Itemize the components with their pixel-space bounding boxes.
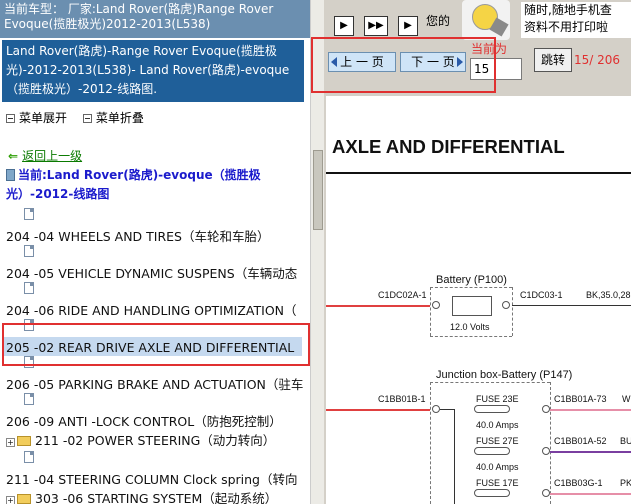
fuse-icon bbox=[474, 405, 510, 413]
fuse-17e-label: FUSE 17E bbox=[476, 478, 519, 488]
mascot-image bbox=[462, 0, 510, 40]
wire-fuse-17e bbox=[550, 493, 631, 495]
diagram-title: AXLE AND DIFFERENTIAL bbox=[332, 136, 565, 157]
fuse-27e-label: FUSE 27E bbox=[476, 436, 519, 446]
terminal-icon bbox=[502, 301, 510, 309]
fuse-23e-wire: W bbox=[622, 394, 631, 404]
battery-frame-right bbox=[512, 287, 513, 336]
junction-box-title: Junction box-Battery (P147) bbox=[436, 369, 573, 381]
ad-text: 您的 bbox=[426, 14, 451, 28]
fuse-icon bbox=[474, 489, 510, 497]
right-panel: ▶ ▶▶ ▶ 您的 随时,随地手机查 资料不用打印啦 上 一 页 下 一 页 当… bbox=[311, 0, 631, 504]
fuse-17e-wire: PK bbox=[620, 478, 631, 488]
fuse-27e-wire: BU bbox=[620, 436, 631, 446]
tree-item-204-05[interactable]: 204 -05 VEHICLE DYNAMIC SUSPENS（车辆动态 bbox=[6, 263, 306, 282]
wire-junction-bus bbox=[440, 409, 454, 410]
fuse-icon bbox=[474, 447, 510, 455]
battery-right-connector: C1DC03-1 bbox=[520, 290, 563, 300]
battery-frame-left bbox=[430, 287, 431, 336]
folder-icon bbox=[17, 494, 31, 504]
ad-line-2: 资料不用打印啦 bbox=[524, 20, 609, 34]
terminal-icon bbox=[432, 405, 440, 413]
wire-fuse-27e bbox=[550, 451, 631, 453]
ad-banner: 随时,随地手机查 资料不用打印啦 bbox=[521, 2, 631, 38]
wire-junction-left bbox=[326, 409, 430, 411]
document-icon bbox=[24, 245, 34, 257]
document-icon bbox=[24, 208, 34, 220]
expand-plus-icon[interactable]: + bbox=[6, 438, 15, 447]
fuse-23e-amps: 40.0 Amps bbox=[476, 420, 519, 430]
highlight-box-pager bbox=[311, 37, 496, 93]
tree-folder-303-06[interactable]: +303 -06 STARTING SYSTEM（起动系统） bbox=[6, 488, 306, 504]
left-panel: 当前车型： 厂家:Land Rover(路虎)Range Rover Evoqu… bbox=[0, 0, 324, 504]
tree-item-211-04[interactable]: 211 -04 STEERING COLUMN Clock spring（转向 bbox=[6, 469, 306, 488]
tree-item-204-04[interactable]: 204 -04 WHEELS AND TIRES（车轮和车胎） bbox=[6, 226, 306, 245]
terminal-icon bbox=[432, 301, 440, 309]
tree-view: 204 -04 WHEELS AND TIRES（车轮和车胎） 204 -05 … bbox=[0, 0, 310, 504]
fuse-23e-connector: C1BB01A-73 bbox=[554, 394, 607, 404]
terminal-icon bbox=[542, 447, 550, 455]
document-icon bbox=[24, 282, 34, 294]
battery-frame-bottom bbox=[430, 336, 512, 337]
nav-toolbar: ▶ ▶▶ ▶ 您的 随时,随地手机查 资料不用打印啦 上 一 页 下 一 页 当… bbox=[311, 0, 631, 96]
junction-frame-left bbox=[430, 382, 431, 504]
nav-forward-button[interactable]: ▶ bbox=[334, 16, 354, 36]
terminal-icon bbox=[542, 489, 550, 497]
wire-fuse-23e bbox=[550, 409, 631, 411]
document-icon bbox=[24, 393, 34, 405]
battery-frame-top bbox=[430, 287, 512, 288]
battery-title: Battery (P100) bbox=[436, 274, 507, 286]
junction-left-connector: C1BB01B-1 bbox=[378, 394, 426, 404]
wiring-diagram-view: AXLE AND DIFFERENTIAL Battery (P100) C1D… bbox=[326, 96, 631, 504]
battery-symbol-icon bbox=[452, 296, 492, 316]
tree-item-206-05[interactable]: 206 -05 PARKING BRAKE AND ACTUATION（驻车 bbox=[6, 374, 306, 393]
wire-battery-left bbox=[326, 305, 430, 307]
battery-left-connector: C1DC02A-1 bbox=[378, 290, 427, 300]
nav-next-button[interactable]: ▶ bbox=[398, 16, 418, 36]
junction-frame-right bbox=[550, 382, 551, 504]
wire-battery-right bbox=[512, 305, 631, 306]
document-icon bbox=[24, 451, 34, 463]
battery-volts: 12.0 Volts bbox=[450, 322, 490, 332]
terminal-icon bbox=[542, 405, 550, 413]
battery-right-wire: BK,35.0,28 bbox=[586, 290, 631, 300]
expand-plus-icon[interactable]: + bbox=[6, 496, 15, 504]
tree-item-204-06[interactable]: 204 -06 RIDE AND HANDLING OPTIMIZATION（ bbox=[6, 300, 306, 319]
title-rule bbox=[326, 172, 631, 174]
ad-line-1: 随时,随地手机查 bbox=[524, 3, 612, 17]
scrollbar-thumb[interactable] bbox=[313, 150, 323, 230]
tree-item-206-09[interactable]: 206 -09 ANTI -LOCK CONTROL（防抱死控制） bbox=[6, 411, 306, 430]
page-count: 15/ 206 bbox=[574, 53, 621, 67]
junction-frame-top bbox=[430, 382, 550, 383]
app-window: 当前车型： 厂家:Land Rover(路虎)Range Rover Evoqu… bbox=[0, 0, 631, 504]
fuse-17e-connector: C1BB03G-1 bbox=[554, 478, 603, 488]
fuse-27e-connector: C1BB01A-52 bbox=[554, 436, 607, 446]
junction-bus-vertical bbox=[454, 409, 455, 504]
jump-button[interactable]: 跳转 bbox=[534, 48, 572, 72]
nav-fast-forward-button[interactable]: ▶▶ bbox=[364, 16, 388, 36]
fuse-27e-amps: 40.0 Amps bbox=[476, 462, 519, 472]
fuse-23e-label: FUSE 23E bbox=[476, 394, 519, 404]
folder-icon bbox=[17, 436, 31, 446]
tree-folder-211-02[interactable]: +211 -02 POWER STEERING（动力转向） bbox=[6, 430, 306, 449]
highlight-box-tree bbox=[2, 323, 310, 366]
